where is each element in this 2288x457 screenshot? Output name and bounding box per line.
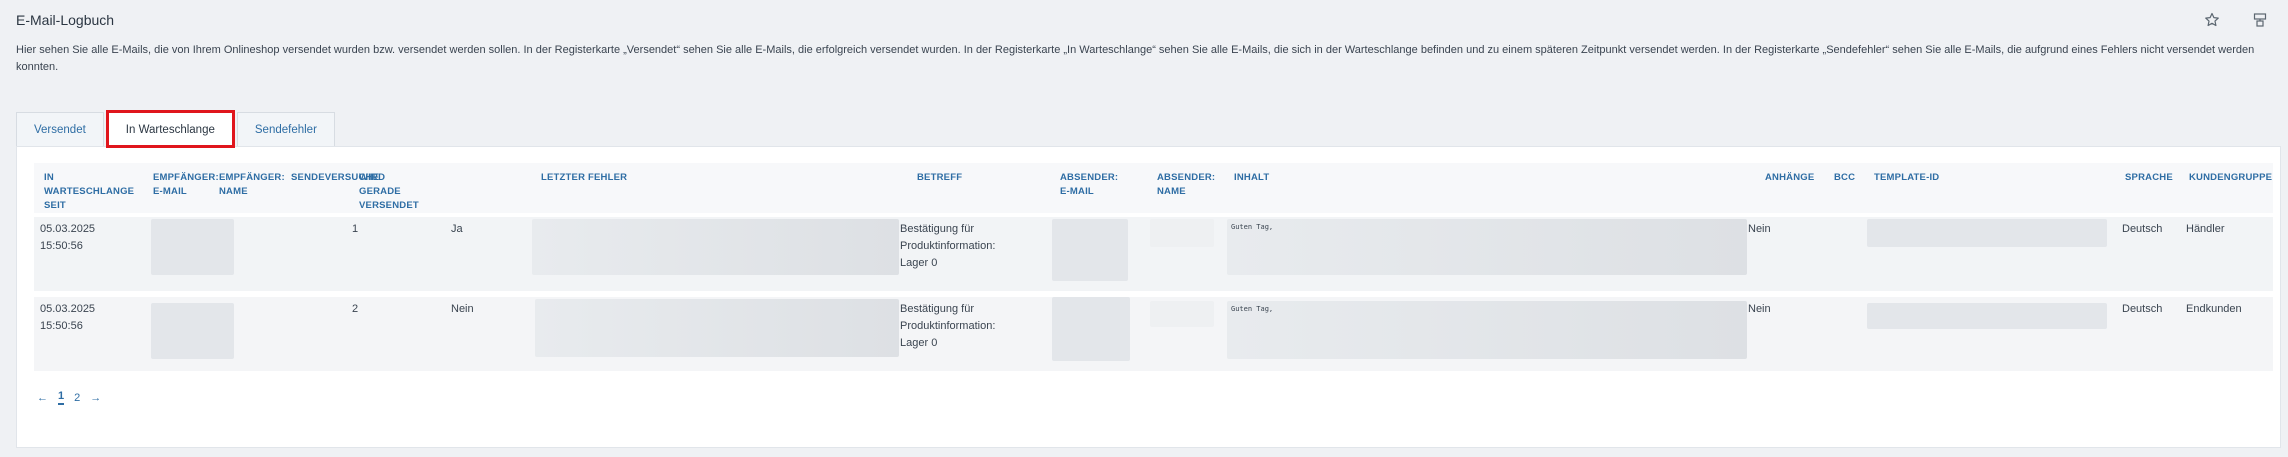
language-value: Deutsch: [2122, 303, 2163, 315]
recipient-email-redacted: [151, 219, 234, 275]
attempts-value: 2: [352, 303, 359, 315]
content-snippet: Guten Tag,: [1231, 305, 1274, 313]
sender-email-redacted: [1052, 297, 1130, 361]
sender-name-redacted: [1150, 301, 1214, 327]
col-sender-name[interactable]: Absender: Name: [1157, 171, 1219, 199]
last-error-redacted: [532, 219, 899, 275]
queued-time: 15:50:56: [40, 240, 83, 252]
queued-date: 05.03.2025: [40, 223, 96, 235]
tab-versendet[interactable]: Versendet: [16, 112, 104, 146]
col-recipient-email[interactable]: Empfänger: E-Mail: [153, 171, 219, 199]
pagination: ← 1 2 →: [37, 390, 101, 405]
recipient-email-redacted: [151, 303, 234, 359]
customer-group-value: Händler: [2186, 223, 2225, 235]
col-bcc[interactable]: BCC: [1834, 171, 1864, 185]
subject-value: Bestätigung für Produktinformation: Lage…: [900, 303, 996, 349]
attachments-value: Nein: [1748, 303, 1771, 315]
col-attachments[interactable]: Anhänge: [1765, 171, 1825, 185]
col-language[interactable]: Sprache: [2125, 171, 2185, 185]
language-value: Deutsch: [2122, 223, 2163, 235]
email-log-table-card: In Warteschlange seit Empfänger: E-Mail …: [16, 146, 2281, 448]
col-sending-now[interactable]: Wird gerade versendet: [359, 171, 421, 213]
prev-page-button[interactable]: ←: [37, 392, 48, 404]
template-id-redacted: [1867, 219, 2107, 247]
table-row[interactable]: 05.03.2025 15:50:56 2 Nein Bestätigung f…: [34, 297, 2273, 371]
page-1-link[interactable]: 1: [58, 390, 65, 405]
table-row[interactable]: 05.03.2025 15:50:56 1 Ja Bestätigung für…: [34, 217, 2273, 291]
attachments-value: Nein: [1748, 223, 1771, 235]
sending-now-value: Nein: [451, 303, 474, 315]
queued-date: 05.03.2025: [40, 303, 96, 315]
star-icon[interactable]: [2202, 10, 2222, 30]
attempts-value: 1: [352, 223, 359, 235]
col-recipient-name[interactable]: Empfänger: Name: [219, 171, 285, 199]
col-content[interactable]: Inhalt: [1234, 171, 1314, 185]
tab-in-warteschlange[interactable]: In Warteschlange: [105, 110, 235, 148]
tab-sendefehler[interactable]: Sendefehler: [236, 112, 335, 146]
col-last-error[interactable]: Letzter Fehler: [541, 171, 691, 185]
queued-time: 15:50:56: [40, 320, 83, 332]
tab-bar: Versendet In Warteschlange Sendefehler: [16, 110, 339, 148]
next-page-button[interactable]: →: [90, 392, 101, 404]
template-id-redacted: [1867, 303, 2107, 329]
col-sender-email[interactable]: Absender: E-Mail: [1060, 171, 1130, 199]
sending-now-value: Ja: [451, 223, 463, 235]
save-layout-icon[interactable]: [2250, 10, 2270, 30]
col-customer-group[interactable]: Kundengruppe: [2189, 171, 2273, 185]
last-error-redacted: [535, 299, 899, 357]
customer-group-value: Endkunden: [2186, 303, 2242, 315]
page-description: Hier sehen Sie alle E-Mails, die von Ihr…: [16, 44, 2255, 73]
table-header: In Warteschlange seit Empfänger: E-Mail …: [34, 163, 2273, 213]
page-2-link[interactable]: 2: [74, 392, 80, 404]
header-actions: [2202, 10, 2270, 30]
col-subject[interactable]: Betreff: [917, 171, 997, 185]
sender-email-redacted: [1052, 219, 1128, 281]
subject-value: Bestätigung für Produktinformation: Lage…: [900, 223, 996, 269]
col-queued-since[interactable]: In Warteschlange seit: [44, 171, 134, 213]
sender-name-redacted: [1150, 219, 1214, 247]
col-template-id[interactable]: Template-ID: [1874, 171, 1974, 185]
page-title: E-Mail-Logbuch: [16, 12, 115, 28]
content-snippet: Guten Tag,: [1231, 223, 1274, 231]
content-redacted: [1227, 219, 1747, 275]
content-redacted: [1227, 301, 1747, 359]
